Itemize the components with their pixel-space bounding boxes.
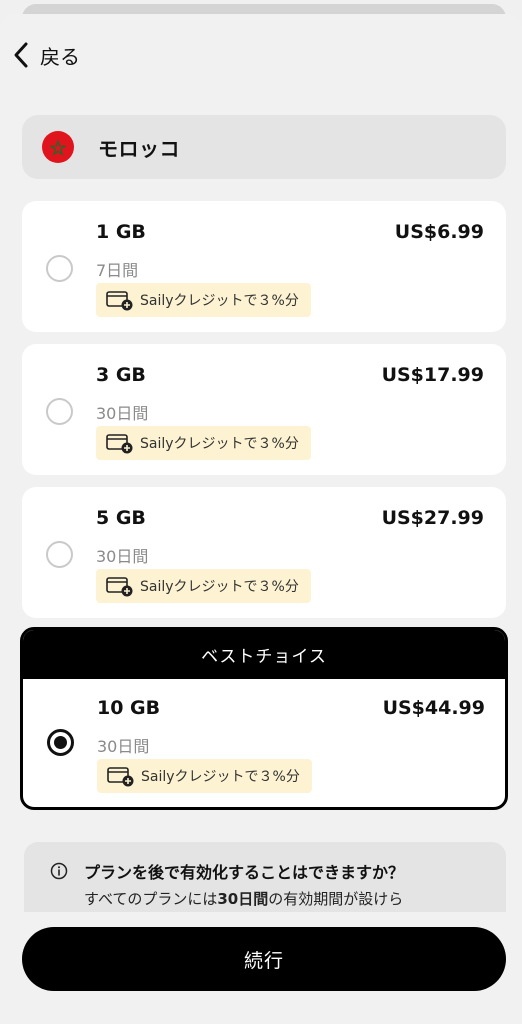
wallet-plus-icon (106, 291, 133, 311)
plan-size: 10 GB (97, 697, 161, 719)
credit-badge: Sailyクレジットで３%分 (96, 283, 311, 317)
plan-price: US$44.99 (382, 697, 485, 719)
plan-price: US$17.99 (381, 364, 484, 386)
plan-option-5gb[interactable]: 5 GB US$27.99 30日間 Sailyクレジットで３%分 (22, 487, 506, 618)
plan-price: US$27.99 (381, 507, 484, 529)
plan-radio[interactable] (46, 541, 73, 568)
plan-size: 5 GB (96, 507, 146, 529)
morocco-flag-icon (42, 131, 74, 163)
credit-text: Sailyクレジットで３%分 (140, 293, 299, 309)
plan-option-10gb[interactable]: 10 GB US$44.99 30日間 Sailyクレジットで３%分 (23, 679, 505, 807)
faq-item[interactable]: プランを後で有効化することはできますか？ すべてのプランには30日間の有効期間が… (24, 842, 506, 912)
plan-duration: 30日間 (97, 737, 150, 756)
credit-badge: Sailyクレジットで３%分 (96, 426, 311, 460)
wallet-plus-icon (106, 434, 133, 454)
country-selector: モロッコ (22, 115, 506, 179)
plan-radio[interactable] (46, 398, 73, 425)
plan-size: 3 GB (96, 364, 146, 386)
plan-radio-selected[interactable] (47, 729, 74, 756)
back-label: 戻る (40, 44, 80, 69)
credit-text: Sailyクレジットで３%分 (140, 579, 299, 595)
plan-option-3gb[interactable]: 3 GB US$17.99 30日間 Sailyクレジットで３%分 (22, 344, 506, 475)
plan-duration: 7日間 (96, 261, 139, 280)
faq-answer-prefix: すべてのプランには (84, 890, 218, 908)
faq-answer-bold: 30日間 (217, 890, 269, 908)
credit-text: Sailyクレジットで３%分 (140, 436, 299, 452)
best-choice-card: ベストチョイス 10 GB US$44.99 30日間 Sailyクレジットで３… (20, 627, 508, 810)
wallet-plus-icon (106, 577, 133, 597)
plan-radio[interactable] (46, 255, 73, 282)
country-name: モロッコ (98, 136, 180, 161)
plan-size: 1 GB (96, 221, 146, 243)
faq-answer-suffix: の有効期間が設けら (268, 890, 404, 908)
chevron-left-icon (14, 42, 28, 68)
back-button[interactable]: 戻る (12, 38, 80, 72)
credit-badge: Sailyクレジットで３%分 (96, 569, 311, 603)
credit-badge: Sailyクレジットで３%分 (97, 759, 312, 793)
best-choice-label: ベストチョイス (23, 630, 505, 679)
plan-price: US$6.99 (394, 221, 484, 243)
credit-text: Sailyクレジットで３%分 (141, 769, 300, 785)
faq-question: プランを後で有効化することはできますか？ (84, 863, 405, 882)
continue-button[interactable]: 続行 (22, 927, 506, 991)
plan-duration: 30日間 (96, 547, 149, 566)
plan-duration: 30日間 (96, 404, 149, 423)
info-icon (50, 862, 68, 880)
faq-answer: すべてのプランには30日間の有効期間が設けら (84, 888, 403, 909)
plan-option-1gb[interactable]: 1 GB US$6.99 7日間 Sailyクレジットで３%分 (22, 201, 506, 332)
wallet-plus-icon (107, 767, 134, 787)
